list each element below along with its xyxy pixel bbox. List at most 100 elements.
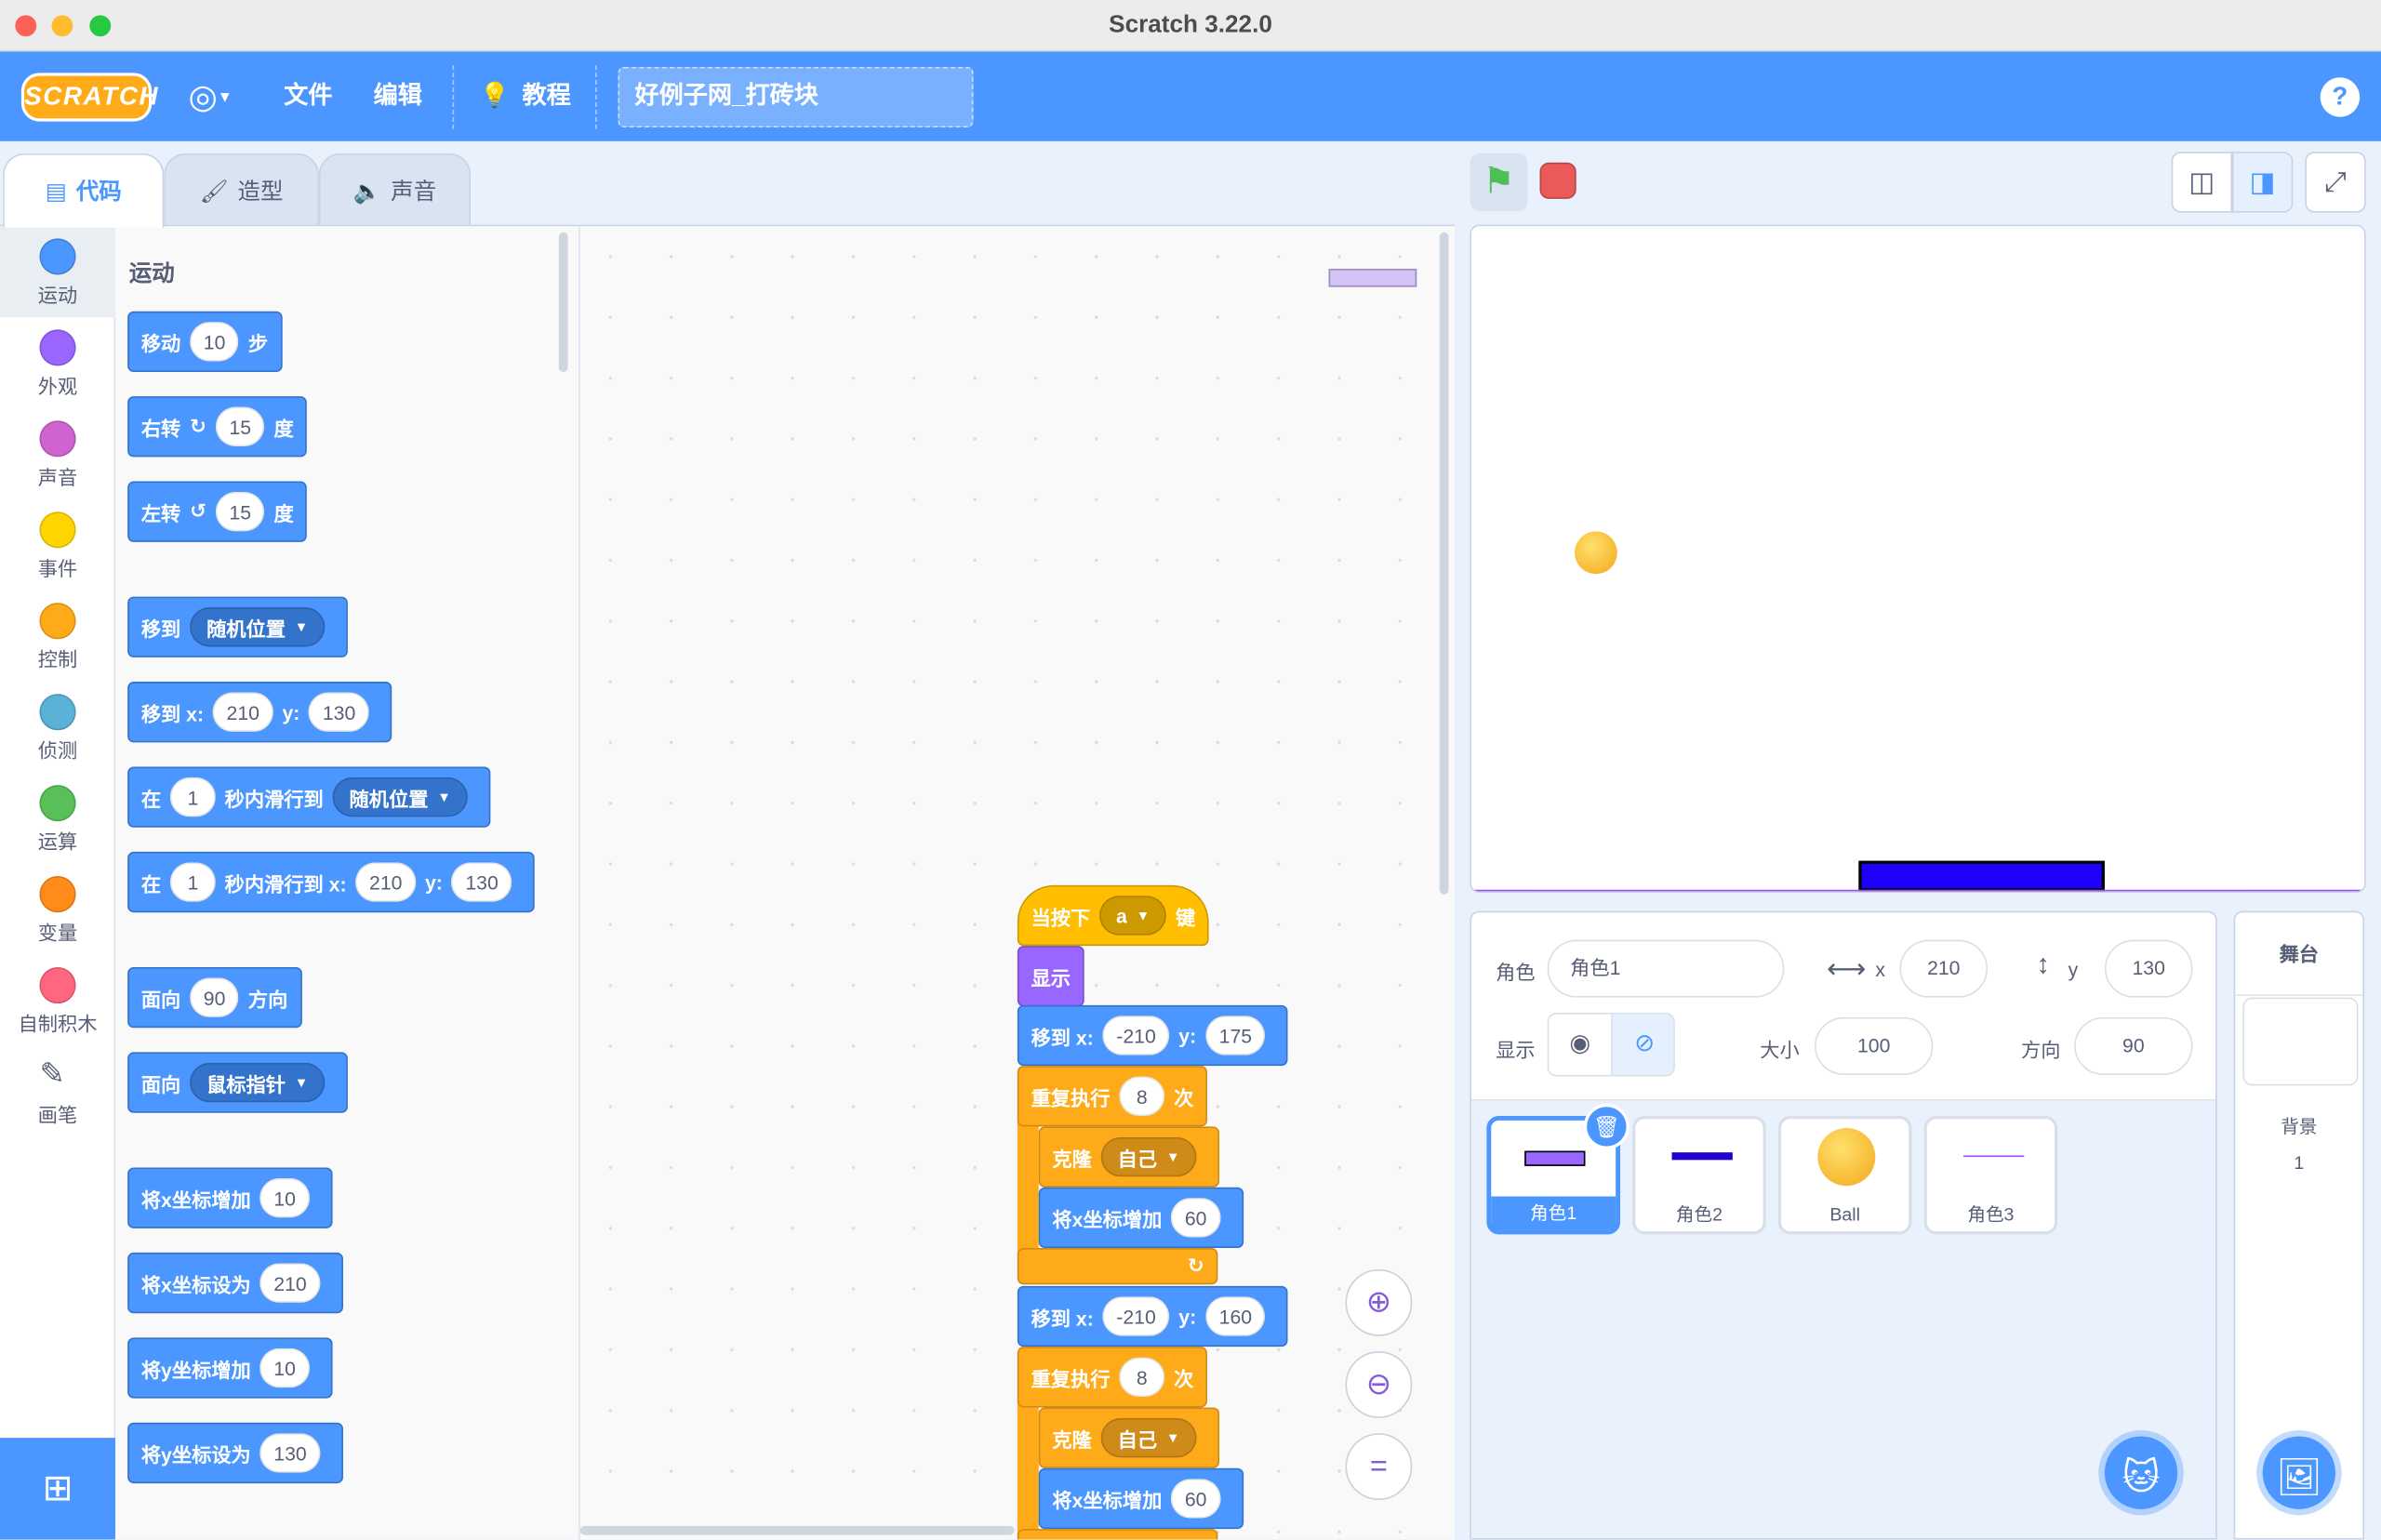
tab-sounds[interactable]: 🔈 声音 [318, 153, 472, 227]
block-input[interactable]: 1 [169, 777, 216, 817]
tutorials-menu[interactable]: 💡 教程 [480, 77, 571, 116]
hide-sprite-button[interactable]: ⊘ [1612, 1014, 1674, 1075]
direction-input[interactable]: 90 [2074, 1016, 2193, 1075]
block-repeat[interactable]: 重复执行 8 次 [1017, 1066, 1208, 1127]
category-motion[interactable]: 运动 [0, 226, 116, 318]
zoom-out-button[interactable]: ⊖ [1345, 1351, 1413, 1418]
block-goto-xy[interactable]: 移到 x: -210 y: 160 [1017, 1285, 1289, 1348]
block-input[interactable]: 8 [1119, 1357, 1165, 1398]
scratch-logo[interactable]: SCRATCH [20, 73, 158, 122]
paddle-sprite[interactable] [1858, 860, 2105, 892]
block-point-direction[interactable]: 面向 90 方向 [127, 966, 302, 1029]
block-create-clone[interactable]: 克隆 自己 ▼ [1038, 1407, 1219, 1468]
tab-code[interactable]: ▤ 代码 [3, 153, 165, 228]
block-change-x[interactable]: 将x坐标增加 60 [1038, 1187, 1244, 1249]
block-goto-xy[interactable]: 移到 x: 210 y: 130 [127, 682, 392, 743]
size-input[interactable]: 100 [1815, 1016, 1934, 1075]
block-create-clone[interactable]: 克隆 自己 ▼ [1038, 1126, 1219, 1188]
block-dropdown[interactable]: 自己 ▼ [1100, 1136, 1197, 1177]
block-turn-left[interactable]: 左转 ↺ 15 度 [127, 481, 308, 542]
green-flag-button[interactable]: ⚑ [1470, 153, 1528, 211]
block-dropdown[interactable]: 随机位置 ▼ [190, 607, 326, 647]
show-sprite-button[interactable]: ◉ [1549, 1014, 1613, 1075]
stage-canvas[interactable] [1470, 224, 2366, 893]
project-title-input[interactable]: 好例子网_打砖块 [618, 66, 974, 128]
palette-scrollbar[interactable] [558, 232, 568, 372]
block-show[interactable]: 显示 [1017, 946, 1084, 1007]
zoom-in-button[interactable]: ⊕ [1345, 1268, 1413, 1336]
block-goto-xy[interactable]: 移到 x: -210 y: 175 [1017, 1004, 1289, 1067]
block-change-x[interactable]: 将x坐标增加 10 [127, 1167, 333, 1228]
block-input[interactable]: 10 [259, 1348, 310, 1388]
block-set-x[interactable]: 将x坐标设为 210 [127, 1252, 343, 1314]
workspace-vertical-scrollbar[interactable] [1439, 232, 1449, 895]
block-input[interactable]: 10 [259, 1177, 310, 1218]
category-sensing[interactable]: 侦测 [0, 682, 115, 773]
category-control[interactable]: 控制 [0, 591, 115, 682]
block-input[interactable]: 130 [259, 1433, 321, 1473]
block-dropdown[interactable]: 自己 ▼ [1100, 1417, 1197, 1458]
block-when-key-pressed[interactable]: 当按下 a ▼ 键 [1017, 884, 1209, 947]
block-dropdown[interactable]: 随机位置 ▼ [332, 777, 468, 817]
category-operators[interactable]: 运算 [0, 773, 115, 864]
block-glide-xy[interactable]: 在 1 秒内滑行到 x: 210 y: 130 [127, 851, 535, 913]
sprite-tile-3[interactable]: 角色3 [1923, 1115, 2058, 1235]
block-turn-right[interactable]: 右转 ↻ 15 度 [127, 396, 308, 458]
block-dropdown[interactable]: 鼠标指针 ▼ [190, 1062, 326, 1103]
add-extension-button[interactable]: ⊞ [0, 1438, 116, 1540]
block-input[interactable]: 8 [1119, 1076, 1165, 1116]
block-glide-to[interactable]: 在 1 秒内滑行到 随机位置 ▼ [127, 766, 491, 828]
edit-menu[interactable]: 编辑 [374, 77, 422, 116]
x-position-input[interactable]: 210 [1899, 939, 1989, 998]
workspace-horizontal-scrollbar[interactable] [579, 1525, 1015, 1535]
file-menu[interactable]: 文件 [284, 77, 332, 116]
language-menu[interactable]: ◎▼ [188, 77, 255, 116]
fullscreen-button[interactable]: ⤢ [2305, 152, 2366, 213]
block-move-steps[interactable]: 移动 10 步 [127, 311, 282, 372]
category-variables[interactable]: 变量 [0, 864, 115, 955]
block-repeat[interactable]: 重复执行 8 次 [1017, 1347, 1208, 1408]
small-stage-button[interactable]: ◫ [2171, 152, 2232, 213]
choose-backdrop-button[interactable]: 🖼 [2256, 1429, 2342, 1516]
sprite-tile-2[interactable]: 角色2 [1632, 1115, 1766, 1235]
block-input[interactable]: 15 [215, 491, 265, 532]
block-input[interactable]: 160 [1204, 1296, 1266, 1336]
help-icon[interactable]: ? [2320, 77, 2361, 117]
ball-sprite[interactable] [1575, 531, 1617, 575]
block-input[interactable]: 175 [1204, 1016, 1266, 1055]
script-workspace[interactable]: 当按下 a ▼ 键 显示 移到 x: -210 y: 175 重复执行 8 次 克隆 自己 ▼ 将x… [579, 226, 1456, 1540]
block-input[interactable]: -210 [1102, 1016, 1170, 1055]
block-input[interactable]: 1 [169, 862, 216, 902]
block-change-x[interactable]: 将x坐标增加 60 [1038, 1467, 1244, 1530]
category-events[interactable]: 事件 [0, 499, 115, 591]
category-sound[interactable]: 声音 [0, 408, 115, 499]
block-goto[interactable]: 移到 随机位置 ▼ [127, 596, 348, 657]
block-input[interactable]: 130 [309, 692, 369, 732]
zoom-reset-button[interactable]: = [1345, 1433, 1413, 1501]
y-position-input[interactable]: 130 [2104, 939, 2193, 998]
choose-sprite-button[interactable]: 🐱 [2098, 1429, 2184, 1516]
tab-costumes[interactable]: 🖌 造型 [164, 153, 319, 227]
block-set-y[interactable]: 将y坐标设为 130 [127, 1422, 343, 1484]
block-input[interactable]: 130 [451, 862, 512, 902]
block-input[interactable]: 60 [1171, 1198, 1221, 1238]
block-input[interactable]: 210 [259, 1263, 321, 1303]
large-stage-button[interactable]: ◨ [2231, 152, 2294, 213]
block-input[interactable]: 210 [355, 862, 417, 902]
block-change-y[interactable]: 将y坐标增加 10 [127, 1337, 333, 1399]
sprite-tile-ball[interactable]: Ball [1777, 1115, 1912, 1235]
category-pen[interactable]: ✎ 画笔 [0, 1046, 115, 1137]
sprite-name-input[interactable]: 角色1 [1547, 939, 1785, 998]
block-dropdown[interactable]: a ▼ [1099, 896, 1167, 936]
delete-sprite-button[interactable]: 🗑 [1583, 1103, 1629, 1149]
block-input[interactable]: 15 [215, 406, 265, 446]
block-input[interactable]: 90 [190, 977, 240, 1017]
block-input[interactable]: -210 [1102, 1296, 1170, 1336]
stop-button[interactable] [1539, 162, 1576, 199]
category-my-blocks[interactable]: 自制积木 [0, 955, 115, 1046]
block-input[interactable]: 210 [212, 692, 273, 732]
block-point-towards[interactable]: 面向 鼠标指针 ▼ [127, 1052, 348, 1113]
block-input[interactable]: 10 [190, 322, 240, 362]
category-looks[interactable]: 外观 [0, 317, 115, 408]
block-input[interactable]: 60 [1171, 1479, 1221, 1519]
